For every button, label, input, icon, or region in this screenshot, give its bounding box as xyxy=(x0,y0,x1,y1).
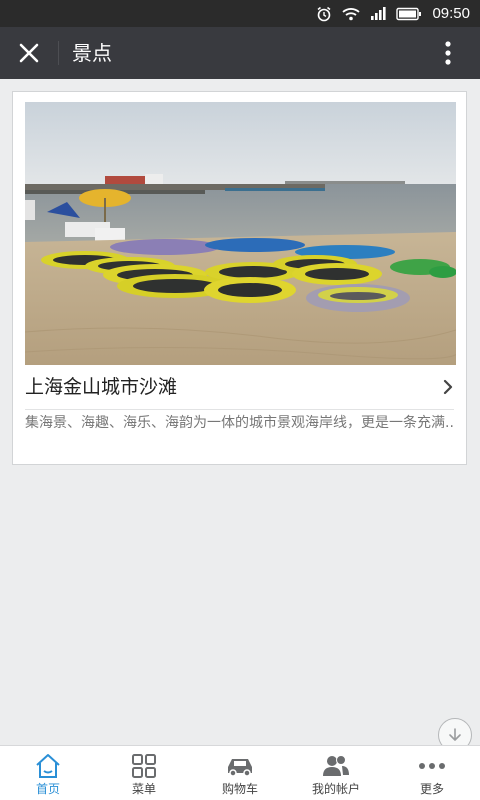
nav-item-account[interactable]: 我的帐户 xyxy=(288,746,384,800)
close-icon xyxy=(19,43,39,63)
status-icons: 09:50 xyxy=(316,4,470,24)
app-header: 景点 xyxy=(0,27,480,79)
nav-item-home[interactable]: 首页 xyxy=(0,746,96,800)
header-divider xyxy=(58,41,59,65)
more-dots-icon xyxy=(417,752,447,780)
page-title: 景点 xyxy=(72,41,112,65)
close-button[interactable] xyxy=(0,27,58,79)
users-icon xyxy=(321,752,351,780)
attraction-title: 上海金山城市沙滩 xyxy=(25,376,178,398)
status-bar: 09:50 xyxy=(0,0,480,27)
nav-label: 菜单 xyxy=(131,782,156,796)
status-time: 09:50 xyxy=(432,5,470,22)
nav-label: 首页 xyxy=(35,782,60,796)
more-options-button[interactable] xyxy=(428,27,468,79)
grid-icon xyxy=(129,752,159,780)
bottom-nav: 首页 菜单 购物车 我的帐户 更多 xyxy=(0,745,480,800)
beach-photo xyxy=(25,102,456,365)
chevron-right-icon[interactable] xyxy=(438,375,458,399)
card-divider xyxy=(25,409,454,410)
nav-label: 我的帐户 xyxy=(311,782,360,796)
battery-icon xyxy=(396,7,422,21)
signal-icon xyxy=(371,7,387,20)
alarm-icon xyxy=(317,6,331,22)
attraction-card[interactable]: 上海金山城市沙滩 集海景、海趣、海乐、海韵为一体的城市景观海岸线，更是一条充满.… xyxy=(12,91,467,465)
arrow-down-icon xyxy=(449,728,461,741)
nav-label: 购物车 xyxy=(221,782,258,796)
home-icon xyxy=(33,752,63,780)
attraction-description: 集海景、海趣、海乐、海韵为一体的城市景观海岸线，更是一条充满.. xyxy=(25,415,454,431)
vertical-dots-icon xyxy=(445,41,451,65)
nav-label: 更多 xyxy=(419,782,444,796)
wifi-icon xyxy=(342,8,361,21)
nav-item-more[interactable]: 更多 xyxy=(384,746,480,800)
nav-item-menu[interactable]: 菜单 xyxy=(96,746,192,800)
car-icon xyxy=(225,752,255,780)
nav-item-cart[interactable]: 购物车 xyxy=(192,746,288,800)
